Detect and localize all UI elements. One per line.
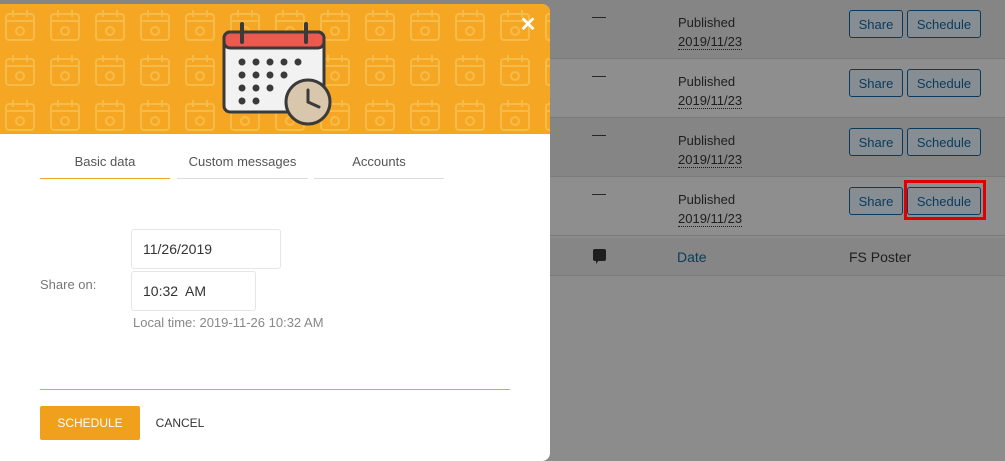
status-text: Published: [678, 192, 736, 207]
schedule-modal: ✕ Basic data Custom messages Accounts Sh…: [0, 4, 550, 461]
status-cell: Published 2019/11/23: [678, 72, 743, 110]
share-on-label: Share on:: [40, 277, 97, 292]
comments-dash: —: [592, 185, 606, 201]
status-text: Published: [678, 15, 736, 30]
highlight-annotation: [904, 180, 986, 220]
schedule-button[interactable]: SCHEDULE: [40, 406, 140, 440]
tab-accounts[interactable]: Accounts: [314, 154, 444, 179]
schedule-row-button[interactable]: Schedule: [907, 69, 981, 97]
comments-dash: —: [592, 126, 606, 142]
footer-divider: [40, 389, 510, 390]
status-date: 2019/11/23: [678, 152, 743, 168]
comment-icon: [593, 249, 606, 264]
status-date: 2019/11/23: [678, 34, 743, 50]
tab-custom-messages[interactable]: Custom messages: [177, 154, 308, 179]
comments-dash: —: [592, 8, 606, 24]
close-icon[interactable]: ✕: [518, 15, 538, 35]
share-button[interactable]: Share: [849, 10, 903, 38]
share-button[interactable]: Share: [849, 128, 903, 156]
modal-header: ✕: [0, 4, 550, 134]
comments-dash: —: [592, 67, 606, 83]
status-cell: Published 2019/11/23: [678, 13, 743, 51]
share-time-input[interactable]: [131, 271, 256, 311]
status-cell: Published 2019/11/23: [678, 190, 743, 228]
local-time-text: Local time: 2019-11-26 10:32 AM: [133, 315, 324, 330]
date-column-header[interactable]: Date: [677, 249, 707, 265]
schedule-row-button[interactable]: Schedule: [907, 128, 981, 156]
share-button[interactable]: Share: [849, 187, 903, 215]
fs-poster-column-header: FS Poster: [849, 249, 912, 265]
share-button[interactable]: Share: [849, 69, 903, 97]
calendar-clock-icon: [220, 22, 340, 130]
status-text: Published: [678, 74, 736, 89]
tab-basic-data[interactable]: Basic data: [40, 154, 170, 179]
schedule-row-button[interactable]: Schedule: [907, 10, 981, 38]
share-date-input[interactable]: [131, 229, 281, 269]
cancel-button[interactable]: CANCEL: [150, 406, 210, 440]
status-cell: Published 2019/11/23: [678, 131, 743, 169]
status-date: 2019/11/23: [678, 93, 743, 109]
status-text: Published: [678, 133, 736, 148]
status-date: 2019/11/23: [678, 211, 743, 227]
